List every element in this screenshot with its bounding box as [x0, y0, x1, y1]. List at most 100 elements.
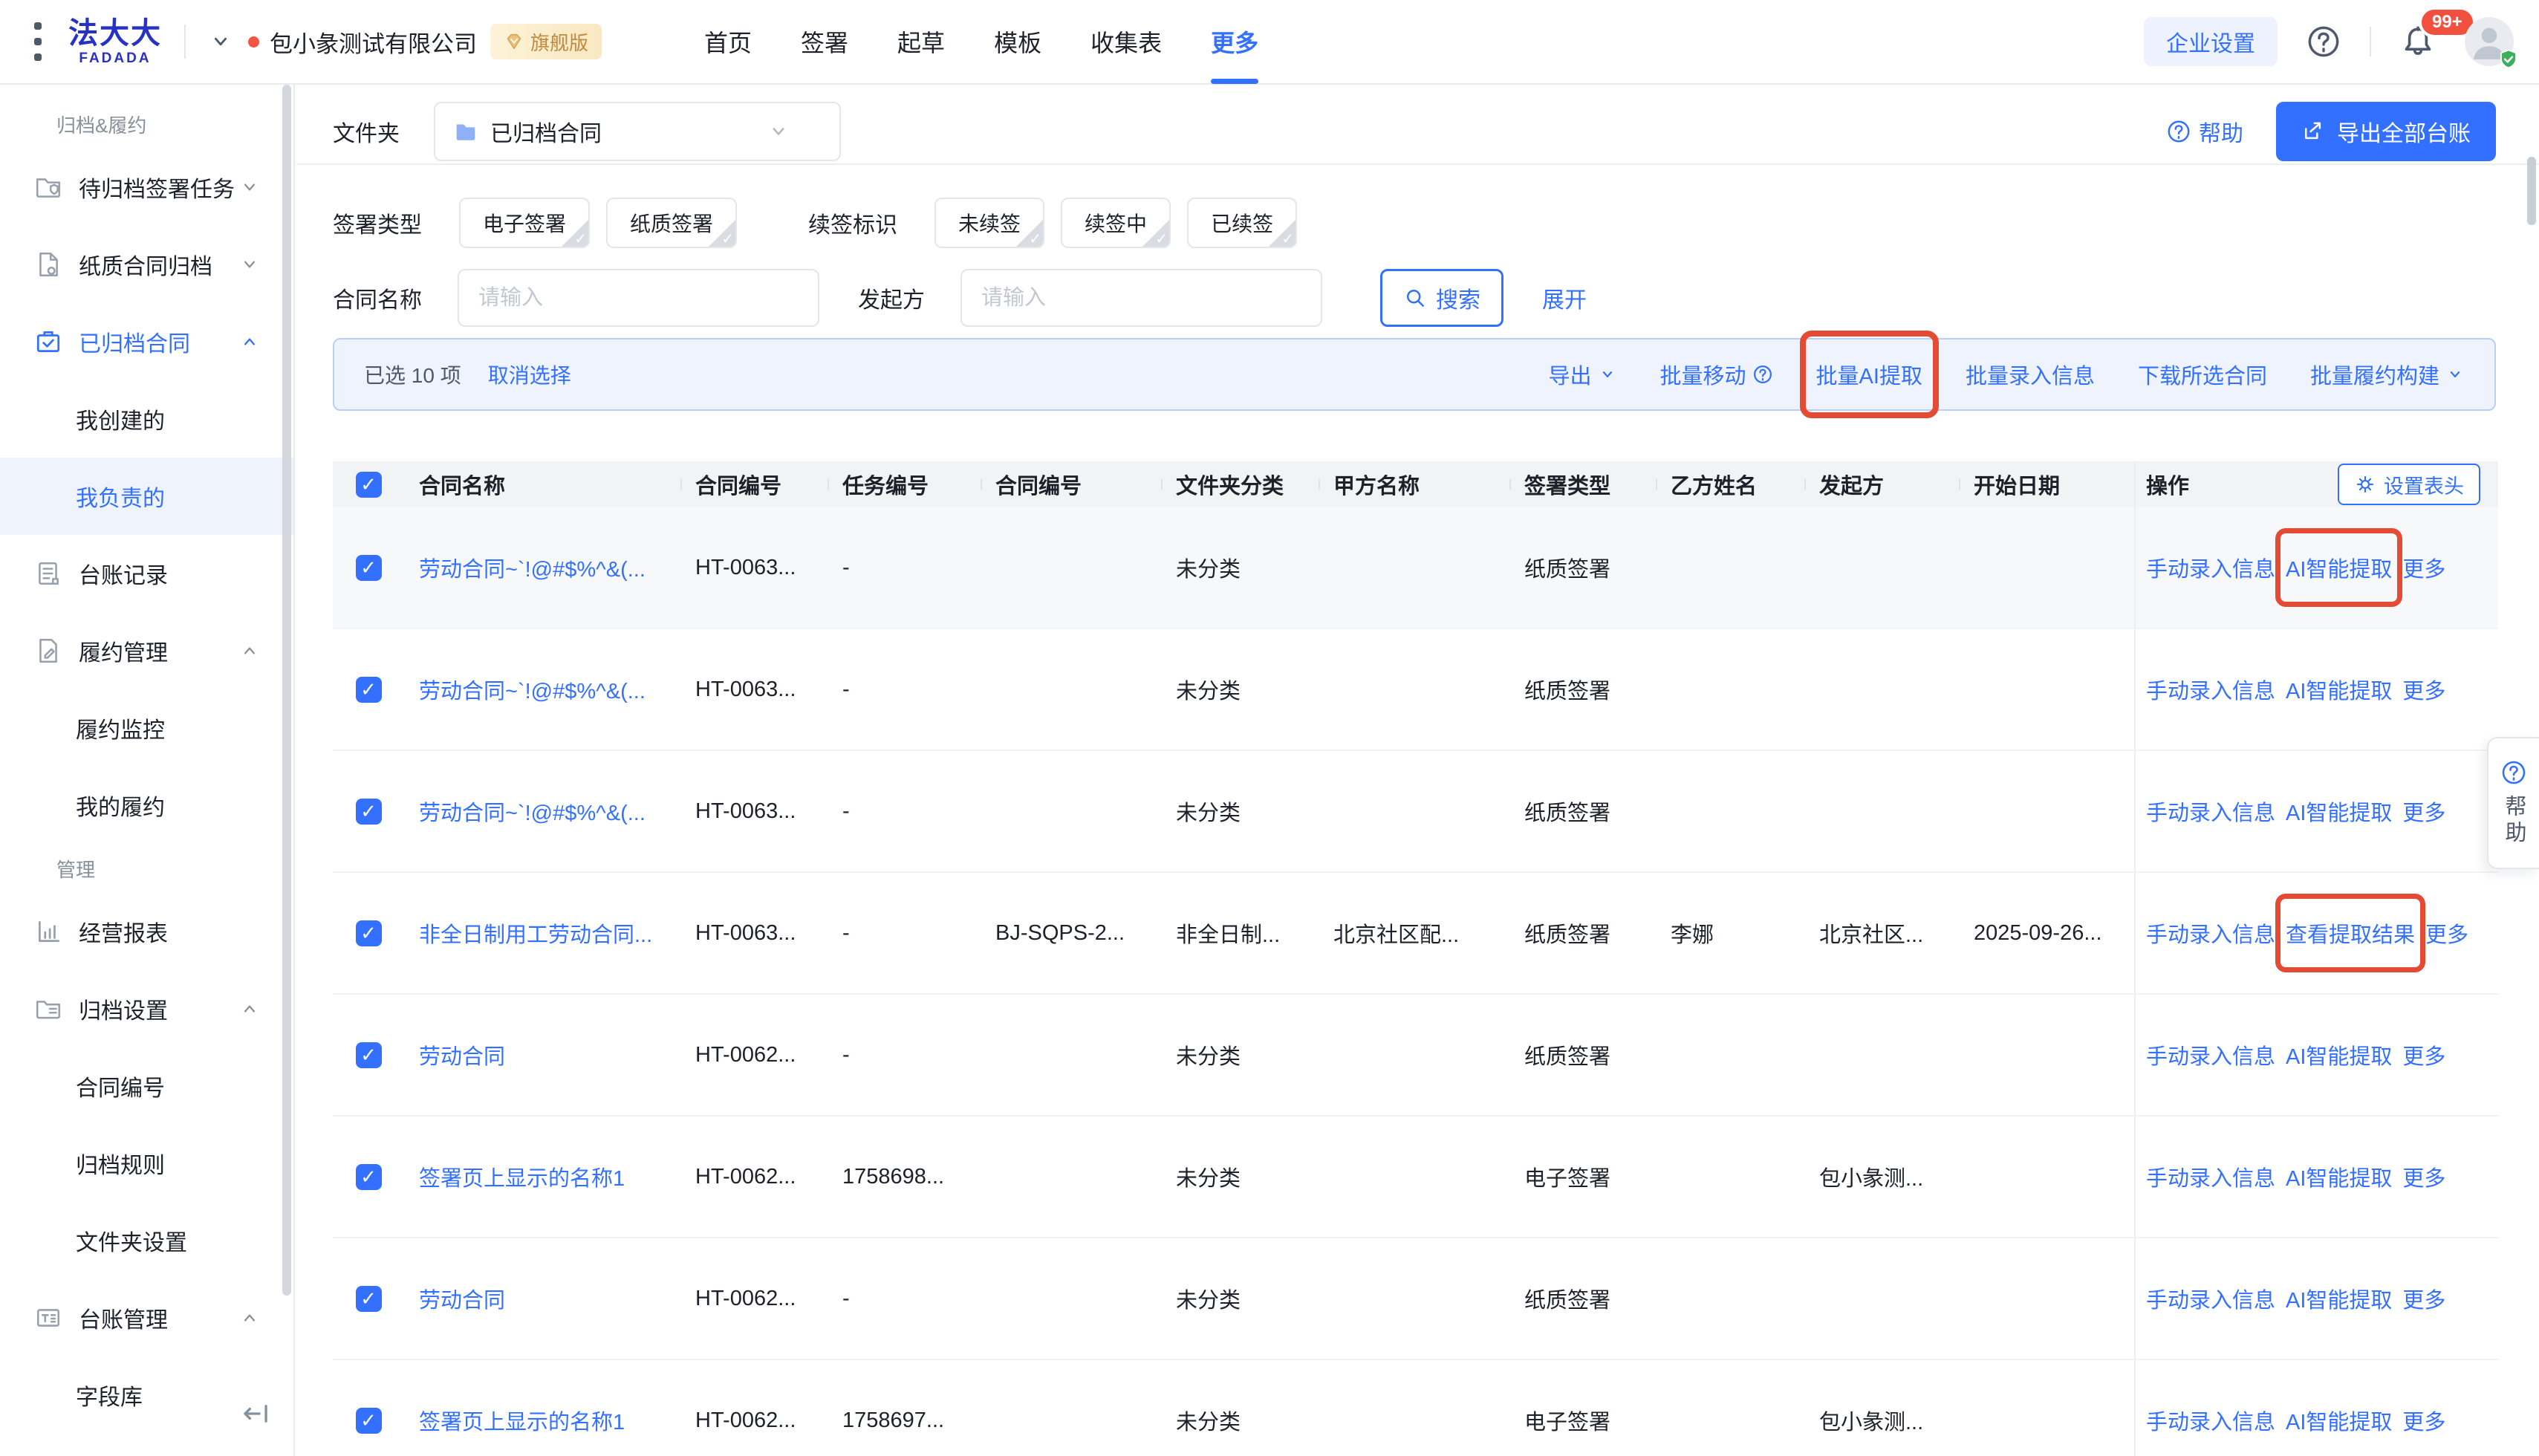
row-checkbox[interactable]: ✓ [356, 920, 382, 946]
filter-chip[interactable]: 电子签署 [459, 198, 590, 248]
sidebar-subitem[interactable]: 合同编号 [0, 1047, 293, 1125]
help-icon[interactable] [2306, 24, 2341, 59]
sidebar-item[interactable]: 已归档合同 [0, 303, 293, 380]
cell-folder: 非全日制... [1161, 917, 1319, 949]
row-action-1[interactable]: 手动录入信息 [2146, 796, 2275, 827]
table-row: ✓劳动合同~`!@#$%^&(...HT-0063...-未分类纸质签署手动录入… [333, 629, 2498, 751]
filter-chip[interactable]: 续签中 [1061, 198, 1171, 248]
row-action-1[interactable]: 手动录入信息 [2146, 674, 2275, 705]
sidebar-subitem[interactable]: 履约监控 [0, 689, 293, 767]
sidebar-item[interactable]: 归档设置 [0, 970, 293, 1047]
cell-name[interactable]: 非全日制用工劳动合同... [404, 917, 680, 949]
sidebar-subitem[interactable]: 文件夹设置 [0, 1202, 293, 1279]
select-all-checkbox[interactable]: ✓ [356, 472, 382, 498]
search-button[interactable]: 搜索 [1380, 269, 1503, 327]
row-action-3[interactable]: 更多 [2402, 552, 2445, 583]
batch-action-3[interactable]: 批量AI提取 [1816, 359, 1922, 390]
help-link[interactable]: 帮助 [2166, 115, 2243, 148]
sidebar-subitem[interactable]: 我的履约 [0, 767, 293, 844]
initiator-input[interactable] [960, 269, 1322, 327]
row-action-3[interactable]: 更多 [2402, 1039, 2445, 1070]
row-action-2[interactable]: AI智能提取 [2286, 1161, 2392, 1192]
sidebar-item[interactable]: 台账管理 [0, 1279, 293, 1356]
row-checkbox[interactable]: ✓ [356, 1408, 382, 1434]
row-action-2[interactable]: AI智能提取 [2286, 796, 2392, 827]
cell-name[interactable]: 劳动合同 [404, 1283, 680, 1314]
cell-name[interactable]: 签署页上显示的名称1 [404, 1405, 680, 1436]
company-switcher[interactable]: 包小彖测试有限公司 旗舰版 [208, 24, 602, 59]
nav-item-2[interactable]: 签署 [801, 0, 848, 84]
row-action-3[interactable]: 更多 [2425, 917, 2468, 949]
export-all-ledger-button[interactable]: 导出全部台账 [2276, 102, 2496, 161]
fadada-logo[interactable]: 法大大 FADADA [68, 19, 162, 65]
app-menu-icon[interactable] [34, 22, 42, 61]
row-action-2[interactable]: 查看提取结果 [2286, 917, 2415, 949]
row-checkbox[interactable]: ✓ [356, 1164, 382, 1190]
column-header: 开始日期 [1959, 469, 2134, 500]
sidebar-item[interactable]: 台账记录 [0, 535, 293, 612]
sidebar-scrollbar[interactable] [282, 85, 291, 1296]
sidebar-item-label: 经营报表 [79, 915, 168, 948]
row-action-1[interactable]: 手动录入信息 [2146, 1283, 2275, 1314]
nav-item-5[interactable]: 收集表 [1090, 0, 1162, 84]
filter-chip[interactable]: 纸质签署 [606, 198, 737, 248]
row-action-2[interactable]: AI智能提取 [2286, 1039, 2392, 1070]
row-action-1[interactable]: 手动录入信息 [2146, 1405, 2275, 1436]
enterprise-settings-button[interactable]: 企业设置 [2144, 17, 2278, 66]
nav-item-6[interactable]: 更多 [1211, 0, 1258, 84]
row-checkbox[interactable]: ✓ [356, 677, 382, 703]
nav-item-3[interactable]: 起草 [897, 0, 945, 84]
sidebar-item[interactable]: 履约管理 [0, 612, 293, 689]
filter-chip[interactable]: 已续签 [1187, 198, 1297, 248]
row-action-2[interactable]: AI智能提取 [2286, 1283, 2392, 1314]
sidebar-item[interactable]: 纸质合同归档 [0, 226, 293, 303]
row-action-1[interactable]: 手动录入信息 [2146, 1161, 2275, 1192]
expand-filters-link[interactable]: 展开 [1542, 282, 1587, 314]
nav-item-1[interactable]: 首页 [704, 0, 752, 84]
row-checkbox[interactable]: ✓ [356, 1286, 382, 1312]
batch-action-5[interactable]: 下载所选合同 [2138, 359, 2267, 390]
collapse-sidebar-icon[interactable] [238, 1397, 273, 1431]
sidebar-subitem[interactable]: 归档规则 [0, 1125, 293, 1202]
row-checkbox[interactable]: ✓ [356, 1042, 382, 1068]
row-action-1[interactable]: 手动录入信息 [2146, 552, 2275, 583]
window-scrollbar[interactable] [2527, 157, 2536, 225]
folder-select[interactable]: 已归档合同 [434, 102, 841, 161]
row-action-3[interactable]: 更多 [2402, 1405, 2445, 1436]
row-checkbox[interactable]: ✓ [356, 555, 382, 581]
row-action-3[interactable]: 更多 [2402, 1161, 2445, 1192]
row-action-2[interactable]: AI智能提取 [2286, 674, 2392, 705]
row-action-2[interactable]: AI智能提取 [2286, 1405, 2392, 1436]
filter-chip[interactable]: 未续签 [934, 198, 1044, 248]
selection-bar: 已选 10 项 取消选择 导出批量移动批量AI提取批量录入信息下载所选合同批量履… [333, 338, 2496, 411]
sidebar-item[interactable]: 待归档签署任务 [0, 149, 293, 226]
row-checkbox[interactable]: ✓ [356, 799, 382, 825]
cell-name[interactable]: 劳动合同~`!@#$%^&(... [404, 674, 680, 705]
avatar[interactable] [2465, 17, 2514, 66]
set-table-header-button[interactable]: 设置表头 [2338, 464, 2480, 505]
sidebar-subitem[interactable]: 我负责的 [0, 458, 293, 535]
contract-name-input[interactable] [458, 269, 819, 327]
cell-name[interactable]: 劳动合同~`!@#$%^&(... [404, 552, 680, 583]
cell-name[interactable]: 签署页上显示的名称1 [404, 1161, 680, 1192]
row-action-3[interactable]: 更多 [2402, 1283, 2445, 1314]
cell-name[interactable]: 劳动合同~`!@#$%^&(... [404, 796, 680, 827]
cell-name[interactable]: 劳动合同 [404, 1039, 680, 1070]
row-action-1[interactable]: 手动录入信息 [2146, 1039, 2275, 1070]
row-action-2[interactable]: AI智能提取 [2286, 552, 2392, 583]
batch-action-1[interactable]: 导出 [1549, 359, 1617, 390]
batch-action-4[interactable]: 批量录入信息 [1966, 359, 2095, 390]
floating-help-widget[interactable]: 帮助 [2487, 737, 2539, 869]
row-action-1[interactable]: 手动录入信息 [2146, 917, 2275, 949]
row-action-3[interactable]: 更多 [2402, 674, 2445, 705]
notifications-button[interactable]: 99+ [2399, 23, 2436, 60]
cell-contract_no: HT-0062... [680, 1165, 828, 1189]
batch-action-2[interactable]: 批量移动 [1660, 359, 1773, 390]
nav-item-4[interactable]: 模板 [994, 0, 1041, 84]
batch-action-6[interactable]: 批量履约构建 [2310, 359, 2465, 390]
actions-column-label: 操作 [2146, 469, 2189, 500]
sidebar-subitem[interactable]: 我创建的 [0, 380, 293, 458]
row-action-3[interactable]: 更多 [2402, 796, 2445, 827]
clear-selection-link[interactable]: 取消选择 [488, 360, 571, 389]
sidebar-item[interactable]: 经营报表 [0, 893, 293, 970]
